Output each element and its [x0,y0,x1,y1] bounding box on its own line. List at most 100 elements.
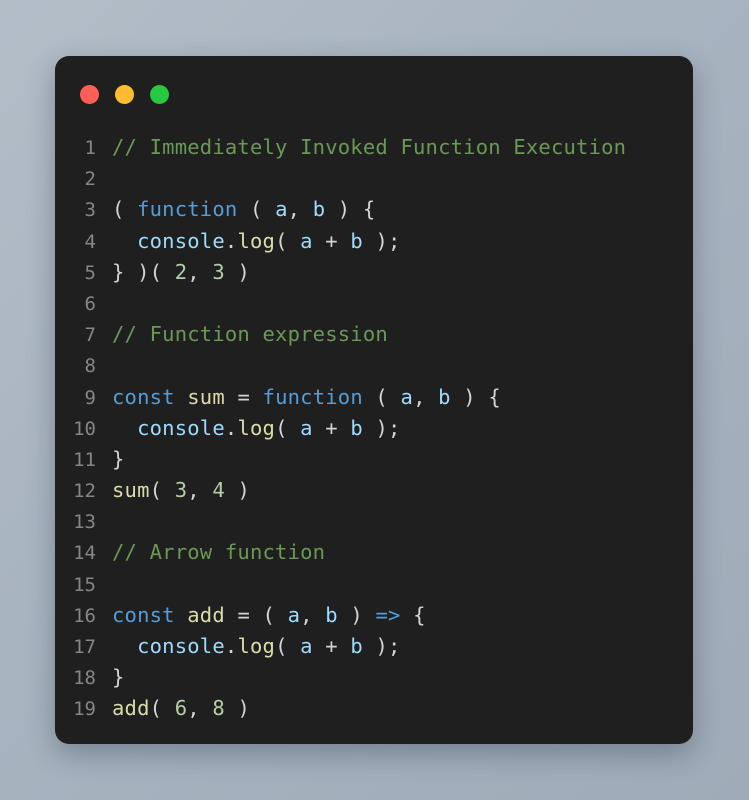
code-token: , [187,478,213,503]
code-line[interactable]: 17 console.log( a + b ); [55,631,693,662]
line-number: 4 [84,230,96,253]
code-token: ); [362,634,401,658]
code-line[interactable]: 16 const add = ( a, b ) => { [55,600,693,631]
line-number: 1 [84,137,96,159]
code-line[interactable]: 3 ( function ( a, b ) { [55,194,693,225]
line-number: 16 [73,604,96,627]
code-token: ( [112,197,138,222]
code-token: b [325,602,338,627]
line-content: const add = ( a, b ) => { [112,600,426,631]
line-content: } [112,444,125,475]
code-token: ) { [450,384,501,409]
line-content: // Arrow function [112,537,325,568]
line-number: 13 [73,511,96,534]
code-token: 3 [174,478,188,503]
traffic-light-buttons [80,84,169,104]
line-content [112,350,125,381]
code-token: . [224,228,238,253]
window-titlebar [55,56,693,132]
line-number: 2 [84,168,96,191]
code-line[interactable]: 11} [55,444,693,475]
code-line[interactable]: 2 [55,163,693,194]
code-token: ( [237,197,276,222]
code-token: console [137,634,225,658]
code-line[interactable]: 15 [55,569,693,600]
code-token: ) { [325,197,376,222]
code-line[interactable]: 12 sum( 3, 4 ) [55,475,693,506]
code-token: 8 [212,696,225,721]
code-editor[interactable]: 1 // Immediately Invoked Function Executi… [55,132,693,725]
code-token: } [112,446,125,471]
code-token: } )( [112,259,175,284]
code-line[interactable]: 8 [55,350,693,381]
code-token: console [137,415,225,440]
line-content [112,288,125,319]
code-token: a [287,602,301,627]
code-line[interactable]: 1 // Immediately Invoked Function Executi… [55,132,693,163]
code-line[interactable]: 5} )( 2, 3 ) [55,257,693,288]
code-token: 6 [174,696,188,721]
code-token: , [300,602,326,627]
code-token: log [237,228,276,253]
line-content [112,569,125,600]
code-token: { [400,602,426,627]
code-token: a [275,197,288,222]
code-line[interactable]: 18} [55,662,693,693]
code-token: b [350,634,363,658]
code-token: ( [362,384,401,409]
line-content: // Immediately Invoked Function Executio… [112,132,626,163]
line-content [112,506,125,537]
code-token: a [300,634,313,658]
code-line[interactable]: 10 console.log( a + b ); [55,413,693,444]
code-token: const [112,602,175,627]
line-number: 19 [73,698,96,721]
code-token: log [237,634,276,658]
code-token: + [312,634,351,658]
line-content: // Function expression [112,319,388,350]
line-number: 17 [73,636,96,658]
code-token: 2 [174,259,188,284]
code-token: . [224,634,238,658]
line-content: console.log( a + b ); [112,413,401,444]
code-line[interactable]: 7 // Function expression [55,319,693,350]
code-token: = [224,384,263,409]
code-token: ( [275,634,301,658]
code-token: ( [149,478,175,503]
line-number: 8 [84,355,96,378]
code-line[interactable]: 6 [55,288,693,319]
code-line[interactable]: 13 [55,506,693,537]
line-number: 12 [73,480,96,503]
code-token: . [224,415,238,440]
code-token: a [300,228,313,253]
code-line[interactable]: 9 const sum = function ( a, b ) { [55,382,693,413]
line-number: 15 [73,573,96,596]
code-line[interactable]: 19 add( 6, 8 ) [55,693,693,724]
code-token: add [187,602,225,627]
line-number: 18 [73,667,96,690]
close-window-icon[interactable] [80,84,99,104]
maximize-window-icon[interactable] [150,84,169,104]
code-token: = ( [224,602,288,627]
code-token: sum [187,384,225,409]
code-token: ) [224,696,251,721]
code-token: , [187,259,213,284]
code-token: ) [337,602,376,627]
code-token: const [112,384,175,409]
code-line[interactable]: 14 // Arrow function [55,537,693,568]
code-token: ) [224,478,251,503]
code-line[interactable]: 4 console.log( a + b ); [55,226,693,257]
code-token: b [312,197,326,222]
line-number: 9 [84,386,96,409]
line-number: 11 [73,448,96,471]
code-token: } [112,665,125,690]
code-token: function [262,384,363,409]
code-token: ) [224,259,250,284]
code-token: add [112,696,150,721]
code-token: b [438,384,451,409]
minimize-window-icon[interactable] [115,84,134,104]
line-number: 5 [84,261,96,284]
line-content [112,163,125,194]
code-token: b [350,415,363,440]
